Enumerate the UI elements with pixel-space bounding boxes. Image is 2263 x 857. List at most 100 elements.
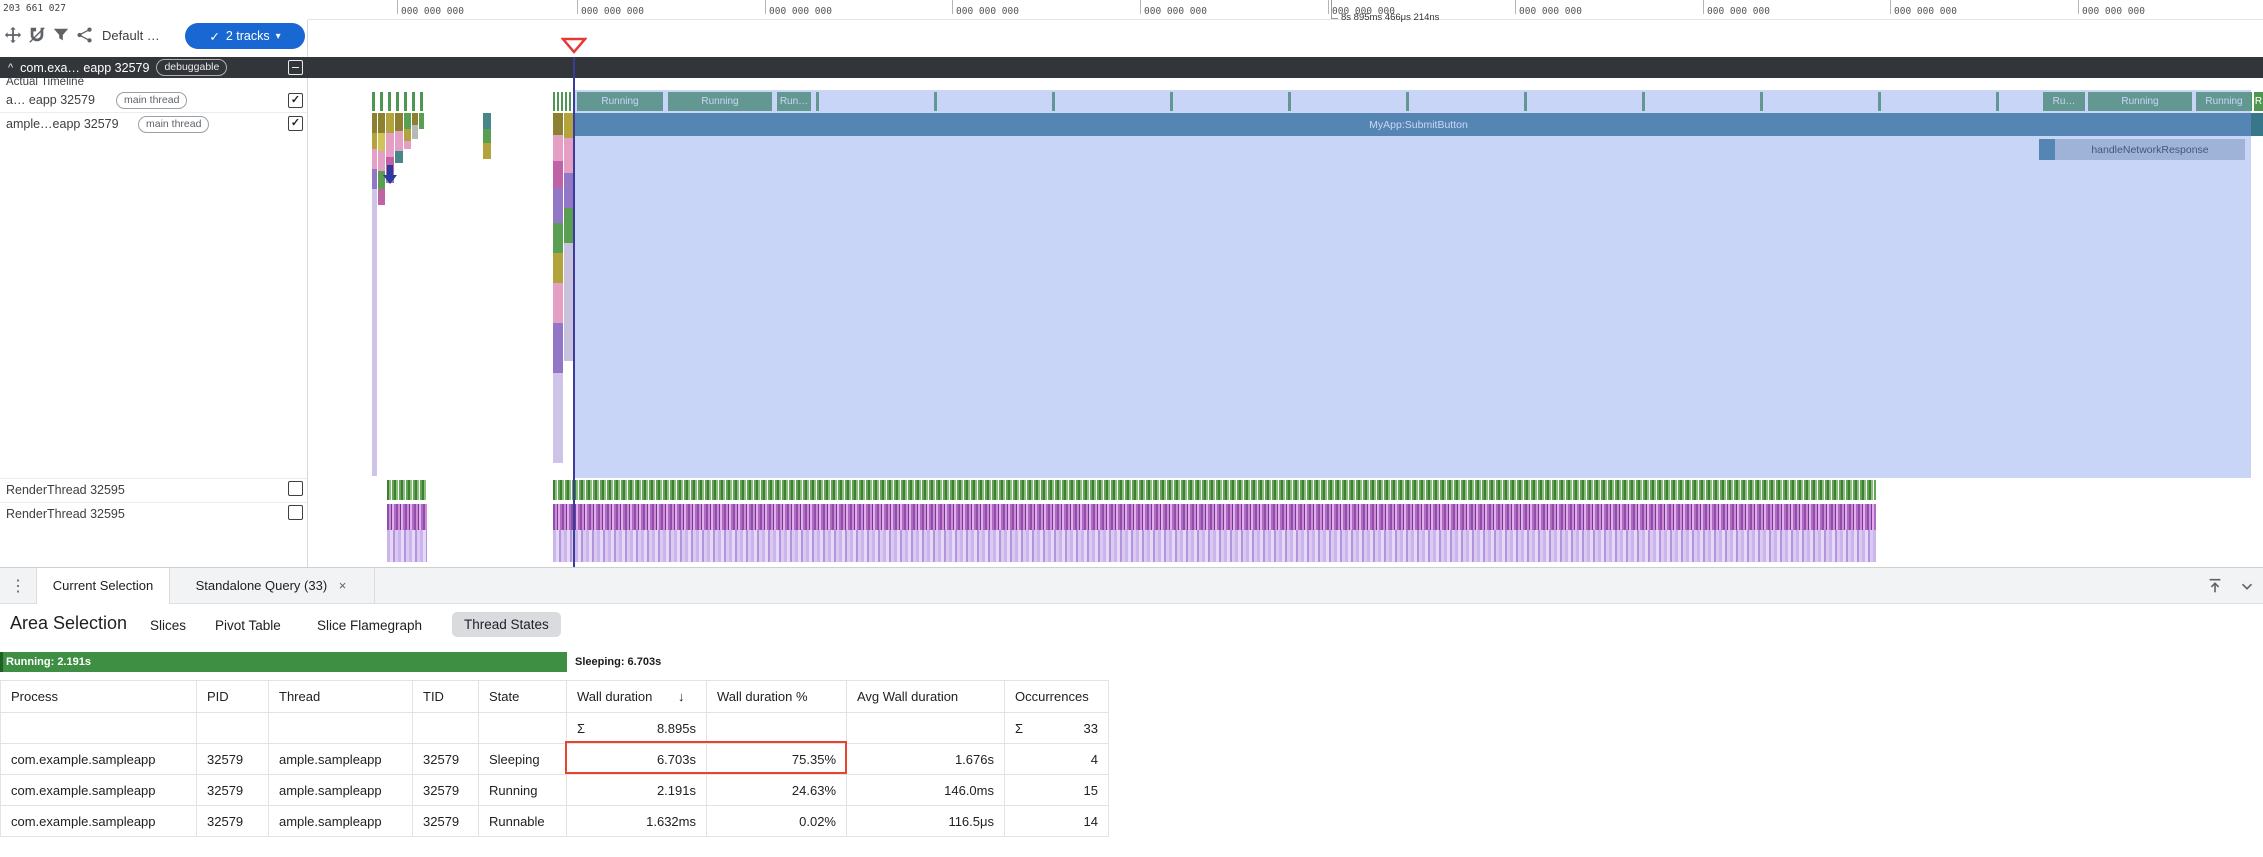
- tracks-pill-button[interactable]: ✓ 2 tracks ▾: [185, 23, 305, 49]
- chevron-down-icon[interactable]: [2238, 577, 2256, 600]
- wall-duration-total: 8.895s: [657, 721, 696, 736]
- group-collapse-caret[interactable]: ^: [8, 62, 13, 74]
- ruler-baseline: [308, 19, 2263, 20]
- tab-close-icon[interactable]: ×: [339, 578, 347, 593]
- renderthread-slices[interactable]: [553, 504, 1876, 530]
- ruler-tick-label: 000 000 000: [578, 6, 644, 17]
- flag-marker-icon[interactable]: [561, 37, 587, 59]
- col-header-state[interactable]: State: [479, 681, 567, 713]
- sort-desc-icon[interactable]: ↓: [678, 689, 685, 704]
- ruler-tick-label: 000 000 000: [1141, 6, 1207, 17]
- pan-zoom-icon[interactable]: [4, 26, 22, 49]
- track-checkbox-unchecked[interactable]: [288, 481, 303, 496]
- flame-column[interactable]: [372, 113, 377, 476]
- kebab-menu-icon[interactable]: ⋮: [10, 576, 26, 596]
- main-thread-chip: main thread: [116, 92, 187, 109]
- ruler-tick: 000 000 000: [577, 0, 644, 14]
- flame-column[interactable]: [404, 113, 411, 149]
- details-tabbar: ⋮ Current Selection Standalone Query (33…: [0, 567, 2263, 604]
- ruler-tick-label: 000 000 000: [1891, 6, 1957, 17]
- tab-thread-states[interactable]: Thread States: [452, 612, 561, 637]
- tab-pivot-table[interactable]: Pivot Table: [215, 618, 281, 633]
- pill-caret-icon: ▾: [276, 31, 281, 42]
- sigma-symbol: Σ: [577, 721, 585, 736]
- col-header-wall-duration-pct[interactable]: Wall duration %: [707, 681, 847, 713]
- col-header-wall-duration[interactable]: Wall duration ↓: [567, 681, 707, 713]
- ruler-tick-label: 000 000 000: [398, 6, 464, 17]
- track-label: ample…eapp 32579: [6, 117, 119, 131]
- flow-events-icon[interactable]: [76, 26, 94, 49]
- flame-column[interactable]: [564, 113, 573, 361]
- track-checkbox-checked[interactable]: ✓: [288, 93, 303, 108]
- collapse-panel-icon[interactable]: [2206, 577, 2224, 600]
- ruler-tick: 000 000 000: [1140, 0, 1207, 14]
- tab-current-selection[interactable]: Current Selection: [36, 568, 170, 604]
- track-row-main-thread-2[interactable]: ample…eapp 32579 main thread: [0, 113, 307, 139]
- track-checkbox-checked[interactable]: ✓: [288, 116, 303, 131]
- flame-column[interactable]: [419, 113, 424, 129]
- renderthread-slices[interactable]: [387, 530, 427, 562]
- timeline-ruler: 203 661 027 000 000 000000 000 000000 00…: [0, 0, 2263, 20]
- perfetto-trace-viewer: 203 661 027 000 000 000000 000 000000 00…: [0, 0, 2263, 857]
- tab-slice-flamegraph[interactable]: Slice Flamegraph: [317, 618, 422, 633]
- panel-divider: [307, 20, 308, 567]
- track-toolbar: Default … ✓ 2 tracks ▾: [0, 20, 308, 52]
- magnet-icon[interactable]: [28, 26, 46, 49]
- tab-label: Current Selection: [53, 578, 153, 593]
- time-marker-label: 8s 895ms 466μs 214ns: [1341, 12, 1439, 23]
- tab-label: Standalone Query (33): [196, 578, 328, 593]
- col-header-pid[interactable]: PID: [197, 681, 269, 713]
- tab-standalone-query[interactable]: Standalone Query (33) ×: [168, 568, 375, 604]
- ruler-tick: 000 000 000: [2078, 0, 2145, 14]
- debuggable-badge: debuggable: [156, 59, 227, 76]
- filter-icon[interactable]: [52, 26, 70, 49]
- renderthread-slices[interactable]: [553, 480, 1876, 500]
- renderthread-slices[interactable]: [387, 480, 427, 500]
- col-header-thread[interactable]: Thread: [269, 681, 413, 713]
- col-header-process[interactable]: Process: [1, 681, 197, 713]
- area-selection-header: Area Selection Slices Pivot Table Slice …: [0, 604, 2263, 648]
- flame-column[interactable]: [412, 113, 418, 139]
- track-row-main-thread-1[interactable]: a… eapp 32579 main thread: [0, 90, 307, 113]
- table-row[interactable]: com.example.sampleapp 32579 ample.sample…: [1, 744, 1109, 775]
- track-label: Actual Timeline: [6, 78, 307, 88]
- running-ticks[interactable]: [372, 92, 426, 111]
- track-row-renderthread-1[interactable]: RenderThread 32595: [0, 478, 307, 502]
- table-row[interactable]: com.example.sampleapp 32579 ample.sample…: [1, 775, 1109, 806]
- col-header-tid[interactable]: TID: [413, 681, 479, 713]
- renderthread-slices[interactable]: [553, 530, 1876, 562]
- flow-arrow-icon: [383, 165, 397, 190]
- time-marker-tick: [1331, 0, 1332, 18]
- ruler-tick: 000 000 000: [1890, 0, 1957, 14]
- running-ticks[interactable]: [553, 92, 571, 111]
- col-header-occurrences[interactable]: Occurrences: [1005, 681, 1109, 713]
- ruler-tick: 000 000 000: [952, 0, 1019, 14]
- track-row-renderthread-2[interactable]: RenderThread 32595: [0, 502, 307, 526]
- selection-boundary-line: [573, 57, 575, 567]
- flame-column[interactable]: [378, 113, 385, 205]
- track-checkbox-unchecked[interactable]: [288, 505, 303, 520]
- summary-row: Σ 8.895s Σ 33: [1, 713, 1109, 744]
- ruler-tick: 000 000 000: [1703, 0, 1770, 14]
- flame-column[interactable]: [553, 113, 563, 463]
- state-breakdown-bar: Running: 2.191s Sleeping: 6.703s: [0, 652, 2263, 672]
- running-slice[interactable]: R: [2254, 92, 2263, 111]
- track-label: RenderThread 32595: [6, 483, 125, 497]
- sleeping-segment-label: Sleeping: 6.703s: [575, 656, 661, 668]
- renderthread-slices[interactable]: [387, 504, 427, 530]
- process-group-header[interactable]: ^ com.exa… eapp 32579 debuggable: [0, 57, 2263, 78]
- pill-check-icon: ✓: [209, 29, 219, 44]
- occurrences-total: 33: [1084, 721, 1098, 736]
- col-header-avg-wall-duration[interactable]: Avg Wall duration: [847, 681, 1005, 713]
- section-title: Area Selection: [10, 613, 127, 634]
- table-row[interactable]: com.example.sampleapp 32579 ample.sample…: [1, 806, 1109, 837]
- group-select-checkbox[interactable]: [288, 60, 303, 75]
- workspace-selector[interactable]: Default …: [102, 28, 160, 43]
- main-thread-chip: main thread: [138, 116, 209, 133]
- tab-slices[interactable]: Slices: [150, 618, 186, 633]
- track-row-actual-timeline[interactable]: Actual Timeline: [0, 78, 307, 90]
- time-marker-leader: [1331, 18, 1338, 19]
- flame-column[interactable]: [395, 113, 403, 163]
- thread-state-table: Process PID Thread TID State Wall durati…: [0, 680, 1109, 837]
- flame-column[interactable]: [483, 113, 491, 159]
